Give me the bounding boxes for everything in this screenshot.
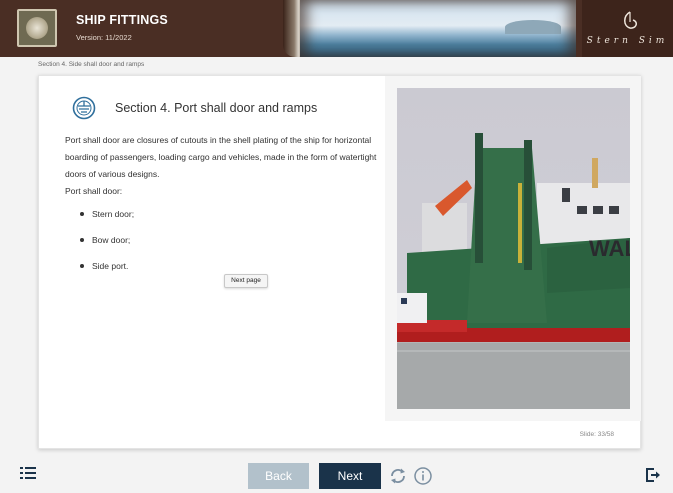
list-item: Bow door; <box>79 233 134 259</box>
ship-wheel-icon <box>72 96 96 120</box>
app-logo <box>17 9 57 47</box>
brand-swirl-icon <box>624 11 638 29</box>
list-label: Port shall door: <box>65 186 123 196</box>
hull-lettering: WALL <box>589 236 630 261</box>
logo-emblem-icon <box>26 17 48 39</box>
list-item: Stern door; <box>79 207 134 233</box>
app-version: Version: 11/2022 <box>76 33 132 42</box>
section-title: Section 4. Port shall door and ramps <box>115 101 318 115</box>
app-title: SHIP FITTINGS <box>76 13 168 27</box>
header-sea-image <box>300 0 576 57</box>
content-card: Section 4. Port shall door and ramps Por… <box>38 75 641 449</box>
ship-illustration: WALL <box>397 133 630 409</box>
list-item: Side port. <box>79 259 134 285</box>
next-page-tooltip: Next page <box>224 274 268 288</box>
brand-logo: Stern Sim <box>582 0 673 57</box>
door-types-list: Stern door; Bow door; Side port. <box>79 207 134 285</box>
exit-icon[interactable] <box>645 467 661 483</box>
app-header: SHIP FITTINGS Version: 11/2022 Stern Sim <box>0 0 673 57</box>
intro-paragraph: Port shall door are closures of cutouts … <box>65 135 377 179</box>
reload-icon[interactable] <box>388 466 408 486</box>
next-button[interactable]: Next <box>319 463 381 489</box>
back-button[interactable]: Back <box>248 463 309 489</box>
info-icon[interactable] <box>413 466 433 486</box>
ship-photo: WALL <box>397 88 630 409</box>
brand-name: Stern Sim <box>586 36 669 46</box>
breadcrumb: Section 4. Side shall door and ramps <box>38 61 145 68</box>
slide-counter: Slide: 33/58 <box>579 431 614 438</box>
header-image-frame <box>300 0 576 57</box>
image-panel: WALL <box>385 76 641 421</box>
menu-list-icon[interactable] <box>20 466 36 480</box>
